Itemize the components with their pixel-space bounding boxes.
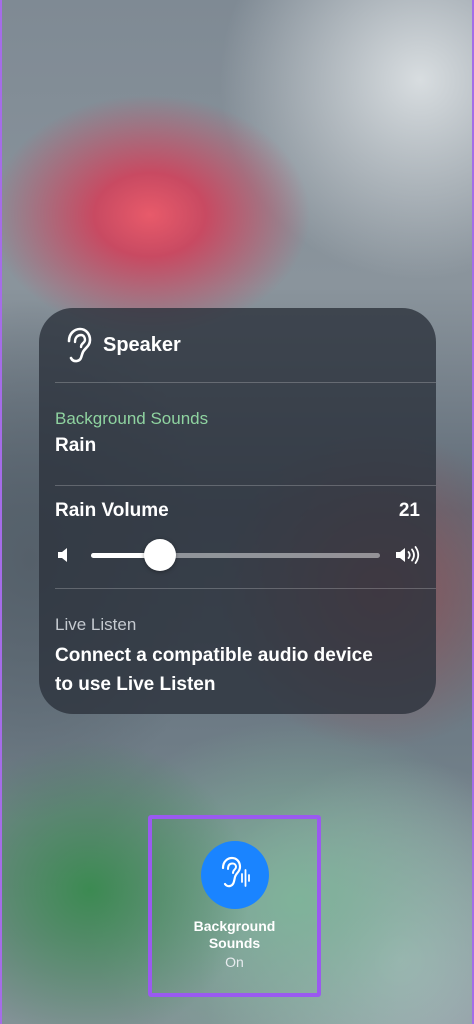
volume-slider-thumb[interactable]	[144, 539, 177, 571]
background-sounds-row[interactable]: Background Sounds Rain	[39, 383, 436, 485]
volume-value: 21	[398, 500, 420, 521]
background-sounds-toggle[interactable]: Background Sounds On	[148, 815, 321, 997]
hearing-panel: Speaker Background Sounds Rain Rain Volu…	[39, 308, 436, 714]
toggle-title-line-2: Sounds	[208, 935, 261, 951]
live-listen-line-1: Connect a compatible audio device	[55, 645, 373, 666]
live-listen-label: Live Listen	[55, 615, 137, 634]
live-listen-section[interactable]: Live Listen Connect a compatible audio d…	[39, 589, 436, 699]
volume-slider-row	[55, 538, 420, 572]
speaker-low-icon	[55, 544, 81, 566]
ear-waveform-icon	[217, 854, 253, 897]
background-sounds-value: Rain	[55, 435, 97, 456]
toggle-title-line-1: Background	[193, 918, 276, 934]
panel-title: Speaker	[103, 333, 181, 356]
live-listen-description: Connect a compatible audio device to use…	[55, 641, 420, 699]
ear-icon	[61, 326, 93, 364]
volume-label: Rain Volume	[55, 500, 169, 521]
background-sounds-label: Background Sounds	[55, 409, 209, 428]
background-sounds-toggle-title: Background Sounds	[152, 918, 317, 952]
live-listen-line-2: to use Live Listen	[55, 674, 216, 695]
background-sounds-toggle-button[interactable]	[200, 841, 269, 909]
volume-slider[interactable]	[91, 539, 380, 571]
speaker-high-icon	[394, 544, 420, 566]
panel-header: Speaker	[39, 308, 436, 382]
volume-section: Rain Volume 21	[39, 486, 436, 588]
background-sounds-status: On	[225, 954, 244, 970]
volume-header: Rain Volume 21	[55, 500, 420, 522]
